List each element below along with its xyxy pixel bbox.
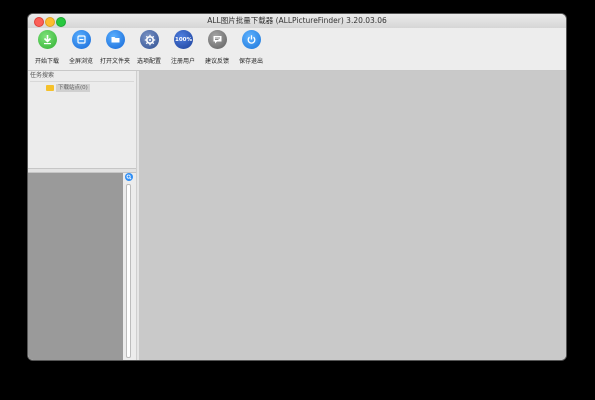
image-preview bbox=[28, 173, 123, 360]
gear-icon bbox=[140, 30, 159, 49]
register-100-icon: 100% bbox=[174, 30, 193, 49]
zoom-button[interactable] bbox=[125, 173, 133, 181]
register-icon-text: 100% bbox=[175, 36, 192, 43]
folder-icon bbox=[46, 84, 54, 91]
title-bar[interactable]: ALL图片批量下载器 (ALLPictureFinder) 3.20.03.06 bbox=[28, 14, 566, 28]
window-title: ALL图片批量下载器 (ALLPictureFinder) 3.20.03.06 bbox=[207, 16, 387, 25]
tree-item-label: 下载站点(0) bbox=[56, 83, 90, 92]
app-window: ALL图片批量下载器 (ALLPictureFinder) 3.20.03.06… bbox=[28, 14, 566, 360]
main-content-area bbox=[139, 71, 566, 360]
magnifier-icon bbox=[126, 174, 132, 180]
save-exit-button[interactable]: 保存退出 bbox=[234, 28, 268, 70]
download-icon bbox=[38, 30, 57, 49]
preview-scrollbar[interactable] bbox=[126, 184, 131, 358]
power-icon bbox=[242, 30, 261, 49]
folder-icon bbox=[106, 30, 125, 49]
toolbar: 开始下载 全屏浏览 打开文件夹 选项配置 100% 注册用户 建议反馈 保存退出 bbox=[28, 28, 566, 71]
task-search-header: 任务搜索 bbox=[30, 71, 134, 82]
left-panel: 任务搜索 下载站点(0) bbox=[28, 71, 136, 360]
save-exit-label: 保存退出 bbox=[238, 58, 263, 65]
fullscreen-icon bbox=[72, 30, 91, 49]
feedback-icon bbox=[208, 30, 227, 49]
tree-item-download-site[interactable]: 下载站点(0) bbox=[46, 83, 90, 92]
